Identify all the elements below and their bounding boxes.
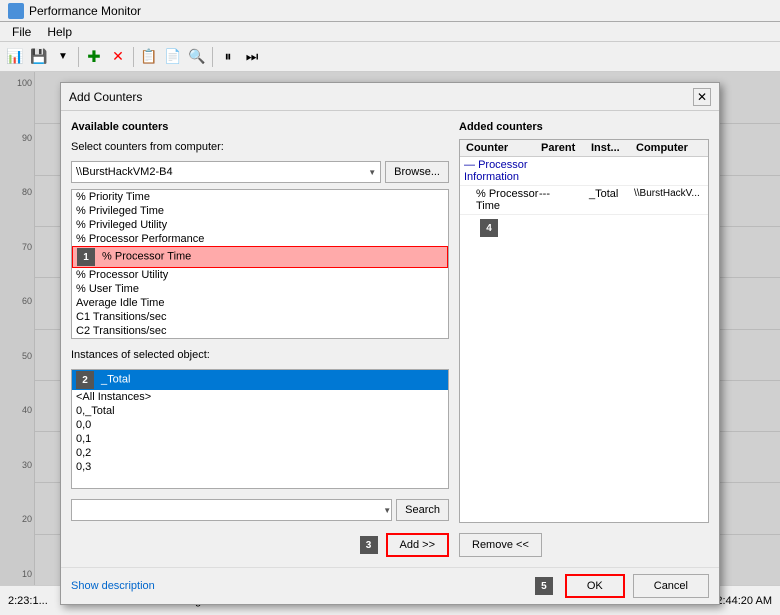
instances-label: Instances of selected object: [71, 349, 449, 361]
remove-button[interactable]: Remove << [459, 533, 542, 557]
list-item[interactable]: % Priority Time [72, 190, 448, 204]
toolbar-next-btn[interactable]: ⏭ [241, 46, 263, 68]
expand-icon: — [464, 159, 478, 171]
list-item[interactable]: % User Time [72, 282, 448, 296]
step-badge-4-area: 4 [460, 215, 708, 241]
toolbar-sep2 [133, 47, 134, 67]
list-item[interactable]: Average Idle Time [72, 296, 448, 310]
instance-item-0total[interactable]: 0,_Total [72, 404, 448, 418]
app-icon [8, 3, 24, 19]
toolbar-sep3 [212, 47, 213, 67]
menu-help[interactable]: Help [39, 23, 80, 41]
toolbar-chart-btn[interactable]: 📊 [4, 46, 26, 68]
computer-combo-row: \\BurstHackVM2-B4 ▼ Browse... [71, 161, 449, 183]
dialog-close-button[interactable]: ✕ [693, 88, 711, 106]
remove-row: Remove << [459, 533, 709, 557]
show-description-link[interactable]: Show description [71, 580, 155, 592]
step-badge-1: 1 [77, 248, 95, 266]
search-input-box[interactable]: ▼ [71, 499, 392, 521]
instance-item-all[interactable]: <All Instances> [72, 390, 448, 404]
toolbar-sep1 [78, 47, 79, 67]
header-computer: Computer [634, 142, 704, 154]
list-item[interactable]: % Privileged Utility [72, 218, 448, 232]
toolbar-search-btn[interactable]: 🔍 [186, 46, 208, 68]
time-right: 2:44:20 AM [716, 595, 772, 607]
list-item[interactable]: % Processor Utility [72, 268, 448, 282]
menu-bar: File Help [0, 22, 780, 42]
row-counter: % Processor Time [476, 188, 539, 212]
computer-value: \\BurstHackVM2-B4 [76, 166, 173, 178]
row-instance: _Total [589, 188, 634, 212]
toolbar: 📊 💾 ▼ ✚ ✕ 📋 📄 🔍 ⏸ ⏭ [0, 42, 780, 72]
toolbar-save-btn[interactable]: 💾 [28, 46, 50, 68]
add-button[interactable]: Add >> [386, 533, 449, 557]
instance-item-00[interactable]: 0,0 [72, 418, 448, 432]
header-instance: Inst... [589, 142, 634, 154]
step-badge-2: 2 [76, 371, 94, 389]
dialog-title-bar: Add Counters ✕ [61, 83, 719, 111]
time-left: 2:23:1... [8, 595, 48, 607]
menu-file[interactable]: File [4, 23, 39, 41]
close-icon: ✕ [697, 90, 707, 104]
dialog-footer: Show description 5 OK Cancel [61, 567, 719, 604]
list-item[interactable]: % Processor Performance [72, 232, 448, 246]
toolbar-add-btn[interactable]: ✚ [83, 46, 105, 68]
search-row: ▼ Search [71, 499, 449, 521]
list-item[interactable]: % Privileged Time [72, 204, 448, 218]
cancel-button[interactable]: Cancel [633, 574, 709, 598]
footer-buttons: 5 OK Cancel [535, 574, 709, 598]
dialog-title: Add Counters [69, 90, 142, 104]
counter-group: — Processor Information [460, 157, 708, 186]
header-counter: Counter [464, 142, 539, 154]
instance-list[interactable]: 2 _Total <All Instances> 0,_Total 0,0 0,… [71, 369, 449, 489]
toolbar-paste-btn[interactable]: 📄 [162, 46, 184, 68]
header-parent: Parent [539, 142, 589, 154]
toolbar-copy-btn[interactable]: 📋 [138, 46, 160, 68]
dialog-overlay: Add Counters ✕ Available counters Select… [0, 72, 780, 585]
toolbar-dropdown-btn[interactable]: ▼ [52, 46, 74, 68]
row-computer: \\BurstHackV... [634, 188, 704, 212]
step-badge-3: 3 [360, 536, 378, 554]
group-name: — Processor Information [464, 159, 539, 183]
instance-item-total[interactable]: 2 _Total [72, 370, 448, 390]
app-title: Performance Monitor [29, 4, 141, 18]
counter-list[interactable]: % Priority Time % Privileged Time % Priv… [71, 189, 449, 339]
instance-item-01[interactable]: 0,1 [72, 432, 448, 446]
add-counters-dialog: Add Counters ✕ Available counters Select… [60, 82, 720, 605]
table-header: Counter Parent Inst... Computer [460, 140, 708, 157]
title-bar: Performance Monitor [0, 0, 780, 22]
dialog-body: Available counters Select counters from … [61, 111, 719, 567]
browse-button[interactable]: Browse... [385, 161, 449, 183]
computer-combo[interactable]: \\BurstHackVM2-B4 ▼ [71, 161, 381, 183]
list-item[interactable]: C2 Transitions/sec [72, 324, 448, 338]
right-panel: Added counters Counter Parent Inst... Co… [459, 121, 709, 557]
search-input-arrow: ▼ [383, 506, 391, 515]
main-area: 100 90 80 70 60 50 40 30 20 10 [0, 72, 780, 585]
select-computer-label: Select counters from computer: [71, 141, 449, 153]
list-item[interactable]: C1 Transitions/sec [72, 310, 448, 324]
search-button[interactable]: Search [396, 499, 449, 521]
toolbar-pause-btn[interactable]: ⏸ [217, 46, 239, 68]
toolbar-delete-btn[interactable]: ✕ [107, 46, 129, 68]
instance-item-02[interactable]: 0,2 [72, 446, 448, 460]
step-badge-4: 4 [480, 219, 498, 237]
list-item-selected[interactable]: 1 % Processor Time [72, 246, 448, 268]
action-row: 3 Add >> [71, 533, 449, 557]
added-counters-label: Added counters [459, 121, 709, 133]
ok-button[interactable]: OK [565, 574, 625, 598]
table-row[interactable]: % Processor Time --- _Total \\BurstHackV… [460, 186, 708, 215]
combo-arrow-icon: ▼ [368, 168, 376, 177]
available-counters-label: Available counters [71, 121, 449, 133]
left-panel: Available counters Select counters from … [71, 121, 449, 557]
counters-table: Counter Parent Inst... Computer — Proces… [459, 139, 709, 523]
step-badge-5: 5 [535, 577, 553, 595]
row-parent: --- [539, 188, 589, 212]
instance-item-03[interactable]: 0,3 [72, 460, 448, 474]
